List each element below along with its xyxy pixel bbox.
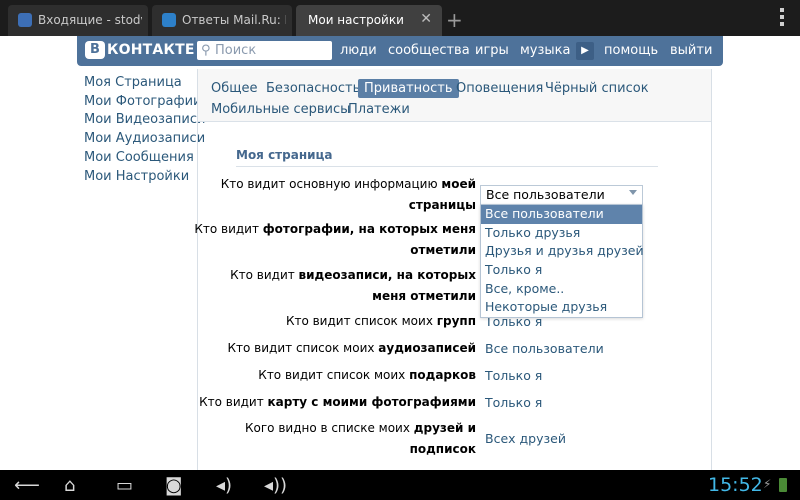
nav-music[interactable]: музыка (520, 43, 571, 58)
search-icon: ⚲ (201, 43, 211, 58)
dropdown-option[interactable]: Все, кроме.. (481, 280, 642, 299)
privacy-value-photo-map[interactable]: Только я (485, 394, 542, 412)
dropdown-option[interactable]: Некоторые друзья (481, 298, 642, 317)
vk-logo-text: КОНТАКТЕ (107, 42, 195, 58)
privacy-label-tagged-videos: Кто видит видеозаписи, на которых меня от… (230, 268, 476, 303)
dropdown-option[interactable]: Друзья и друзья друзей (481, 242, 644, 261)
vk-logo-mark: В (85, 41, 105, 59)
privacy-value-friends-list[interactable]: Всех друзей (485, 430, 566, 448)
volume-down-icon[interactable]: ◂) (216, 475, 232, 496)
nav-logout[interactable]: выйти (670, 43, 712, 58)
privacy-label-photo-map: Кто видит карту с моими фотографиями (199, 395, 476, 409)
privacy-label-tagged-photos: Кто видит фотографии, на которых меня отм… (194, 222, 476, 257)
tab-notifications[interactable]: Оповещения (456, 81, 543, 96)
tab-payments[interactable]: Платежи (348, 102, 410, 117)
menu-my-audio[interactable]: Мои Аудиозаписи (84, 130, 205, 149)
left-menu: Моя Страница Мои Фотографии Мои Видеозап… (84, 74, 205, 186)
browser-menu-icon[interactable] (780, 8, 784, 29)
tab-title: Ответы Mail.Ru: В… (182, 13, 286, 27)
tab-general[interactable]: Общее (211, 81, 258, 96)
tab-mobile-services[interactable]: Мобильные сервисы (211, 102, 350, 117)
menu-my-photos[interactable]: Мои Фотографии (84, 93, 205, 112)
browser-tab-inbox[interactable]: Входящие - stodv… (8, 5, 148, 36)
browser-tab-answers[interactable]: Ответы Mail.Ru: В… (152, 5, 292, 36)
dropdown-arrow-icon (629, 190, 637, 195)
home-icon[interactable]: ⌂ (64, 475, 75, 496)
tab-blacklist[interactable]: Чёрный список (545, 81, 649, 96)
browser-tab-settings[interactable]: Мои настройки ✕ (296, 5, 442, 36)
menu-my-settings[interactable]: Мои Настройки (84, 168, 205, 187)
privacy-select-main-info[interactable]: Все пользователи (480, 185, 643, 206)
vk-header: В КОНТАКТЕ ⚲ Поиск люди сообщества игры м… (0, 36, 800, 66)
privacy-label-audio: Кто видит список моих аудиозаписей (227, 341, 477, 355)
menu-my-messages[interactable]: Мои Сообщения (84, 149, 205, 168)
menu-my-page[interactable]: Моя Страница (84, 74, 205, 93)
volume-up-icon[interactable]: ◂)) (264, 475, 287, 496)
nav-help[interactable]: помощь (604, 43, 658, 58)
browser-tab-strip: Входящие - stodv… Ответы Mail.Ru: В… Мои… (0, 0, 800, 36)
nav-communities[interactable]: сообщества (388, 43, 470, 58)
vk-logo[interactable]: В КОНТАКТЕ (85, 41, 195, 61)
privacy-value-gifts[interactable]: Только я (485, 367, 542, 385)
menu-my-videos[interactable]: Мои Видеозаписи (84, 111, 205, 130)
tab-security[interactable]: Безопасность (266, 81, 360, 96)
camera-icon[interactable]: ◙ (165, 475, 182, 496)
new-tab-icon[interactable]: + (446, 8, 463, 32)
select-current-value: Все пользователи (486, 187, 605, 202)
dropdown-option[interactable]: Только я (481, 261, 642, 280)
section-title: Моя страница (236, 148, 333, 162)
privacy-label-gifts: Кто видит список моих подарков (258, 368, 476, 382)
back-icon[interactable]: ⟵ (14, 475, 40, 496)
android-system-bar: ⟵ ⌂ ▭ ◙ ◂) ◂)) 15:52 ⚡ (0, 470, 800, 500)
charging-icon: ⚡ (763, 477, 772, 491)
nav-people[interactable]: люди (340, 43, 377, 58)
mail-answers-favicon-icon (162, 13, 176, 27)
battery-icon (779, 478, 787, 492)
tab-title: Мои настройки (308, 13, 404, 27)
dropdown-option[interactable]: Только друзья (481, 224, 642, 243)
settings-panel: Общее Безопасность Приватность Оповещени… (194, 69, 712, 479)
section-divider (236, 166, 658, 167)
close-tab-icon[interactable]: ✕ (420, 11, 432, 27)
dropdown-option[interactable]: Все пользователи (481, 205, 642, 224)
tab-title: Входящие - stodv… (38, 13, 142, 27)
tab-privacy[interactable]: Приватность (358, 79, 459, 98)
privacy-label-groups: Кто видит список моих групп (285, 314, 476, 328)
clock: 15:52 (708, 474, 763, 496)
search-field[interactable]: ⚲ Поиск (197, 41, 332, 60)
privacy-label-main-info: Кто видит основную информацию моей страни… (220, 177, 476, 212)
privacy-dropdown-list: Все пользователи Только друзья Друзья и … (480, 204, 644, 319)
privacy-value-audio[interactable]: Все пользователи (485, 340, 604, 358)
privacy-label-friends-list: Кого видно в списке моих друзей и подписо… (245, 421, 476, 456)
search-placeholder: Поиск (215, 43, 257, 58)
play-icon[interactable]: ▶ (576, 42, 594, 60)
nav-games[interactable]: игры (475, 43, 509, 58)
mail-favicon-icon (18, 13, 32, 27)
settings-tabs: Общее Безопасность Приватность Оповещени… (198, 69, 711, 122)
recent-apps-icon[interactable]: ▭ (116, 475, 133, 496)
